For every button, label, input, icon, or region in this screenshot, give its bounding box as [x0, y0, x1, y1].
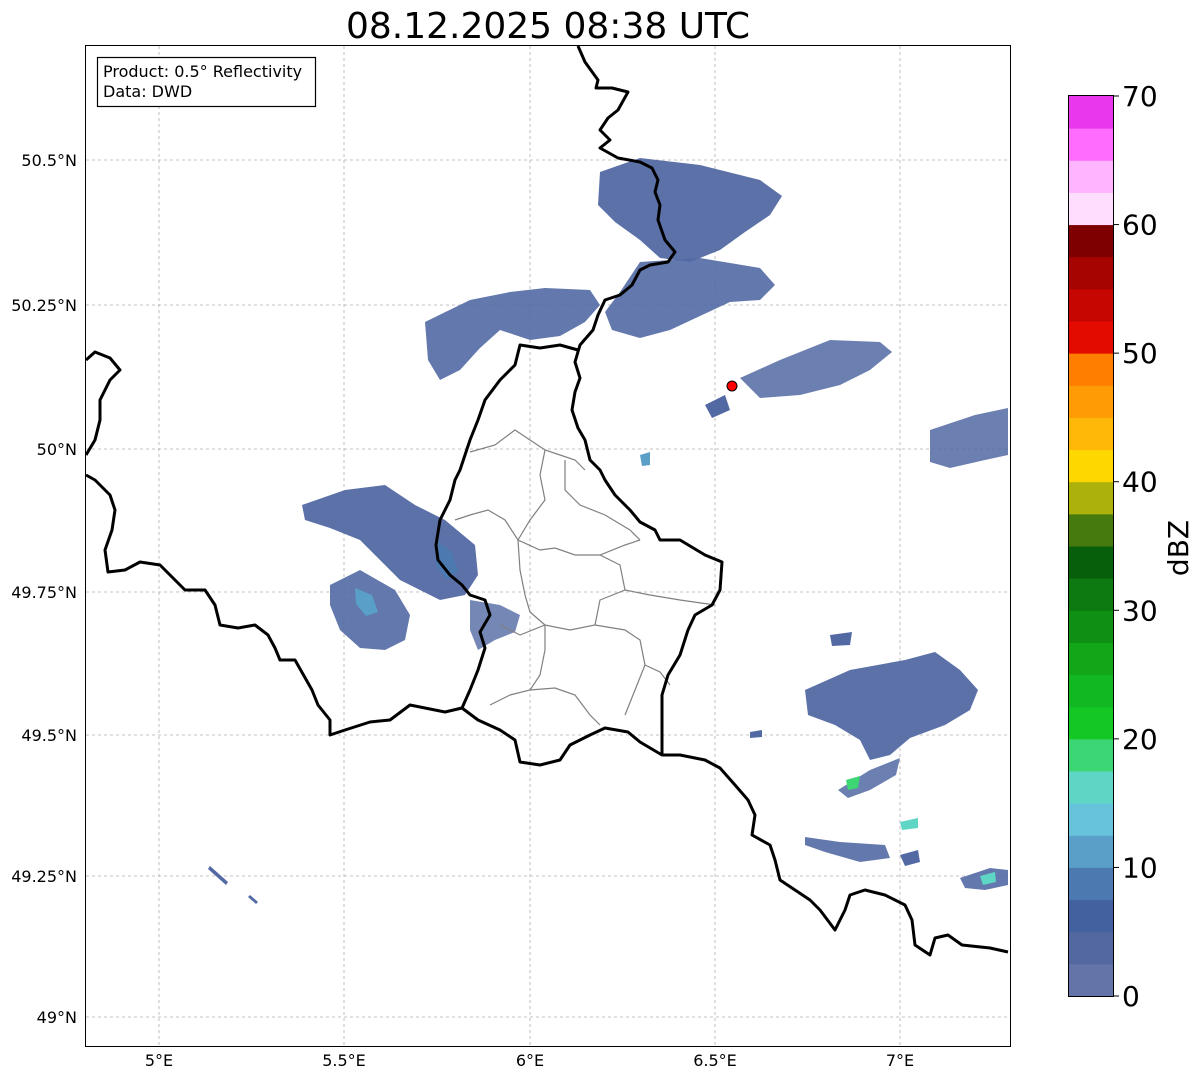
colorbar-segment	[1069, 899, 1113, 933]
colorbar-segment	[1069, 835, 1113, 868]
colorbar-segment	[1069, 481, 1113, 515]
colorbar-segment	[1069, 256, 1113, 290]
lon-tick-label: 5°E	[145, 1051, 173, 1070]
colorbar-tick-label: 20	[1122, 723, 1158, 756]
colorbar-segment	[1069, 224, 1113, 258]
radar-map-figure: 08.12.2025 08:38 UTC Product: 0.5° Refle…	[11, 6, 1195, 1070]
info-data-source-text: Data: DWD	[103, 82, 192, 101]
colorbar-segment	[1069, 706, 1113, 740]
lon-tick-label: 6°E	[516, 1051, 544, 1070]
colorbar-segment	[1069, 963, 1113, 997]
info-box: Product: 0.5° Reflectivity Data: DWD	[96, 56, 317, 108]
colorbar-segment	[1069, 771, 1113, 804]
map-title: 08.12.2025 08:38 UTC	[346, 6, 750, 47]
colorbar-segment	[1069, 192, 1113, 226]
colorbar-segment	[1069, 160, 1113, 193]
colorbar-segment	[1069, 931, 1113, 965]
colorbar-segment	[1069, 288, 1113, 322]
colorbar	[1069, 96, 1113, 997]
lat-tick-label: 49.5°N	[21, 726, 77, 745]
colorbar-ticks: 0 10 20 30 40 50 60 70	[1113, 80, 1158, 1013]
colorbar-segment	[1069, 546, 1113, 579]
lat-tick-label: 50.25°N	[11, 296, 77, 315]
radar-site-marker	[726, 380, 738, 392]
colorbar-tick-label: 10	[1122, 851, 1158, 884]
colorbar-tick-label: 50	[1122, 337, 1158, 370]
colorbar-tick-label: 30	[1122, 594, 1158, 627]
colorbar-segment	[1069, 738, 1113, 772]
colorbar-segment	[1069, 674, 1113, 708]
map-frame	[85, 45, 1011, 1047]
colorbar-segment	[1069, 385, 1113, 418]
lat-tick-label: 49.25°N	[11, 867, 77, 886]
colorbar-segment	[1069, 513, 1113, 547]
colorbar-tick-label: 40	[1122, 466, 1158, 499]
colorbar-unit-label: dBZ	[1162, 520, 1195, 576]
lon-tick-labels: 5°E 5.5°E 6°E 6.5°E 7°E	[145, 1051, 914, 1070]
colorbar-segment	[1069, 642, 1113, 676]
colorbar-segment	[1069, 867, 1113, 901]
colorbar-segment	[1069, 449, 1113, 483]
info-product-text: Product: 0.5° Reflectivity	[103, 62, 302, 81]
lat-tick-label: 50.5°N	[21, 151, 77, 170]
colorbar-tick-label: 0	[1122, 980, 1140, 1013]
colorbar-segment	[1069, 803, 1113, 836]
colorbar-segment	[1069, 610, 1113, 643]
colorbar-segment	[1069, 417, 1113, 451]
colorbar-segment	[1069, 578, 1113, 611]
lon-tick-label: 6.5°E	[693, 1051, 737, 1070]
lon-tick-label: 5.5°E	[322, 1051, 366, 1070]
colorbar-segment	[1069, 128, 1113, 161]
colorbar-segment	[1069, 353, 1113, 386]
colorbar-tick-label: 60	[1122, 209, 1158, 242]
lat-tick-labels: 50.5°N 50.25°N 50°N 49.75°N 49.5°N 49.25…	[11, 151, 77, 1027]
lon-tick-label: 7°E	[886, 1051, 914, 1070]
lat-tick-label: 49.75°N	[11, 583, 77, 602]
colorbar-segment	[1069, 96, 1113, 129]
colorbar-tick-label: 70	[1122, 80, 1158, 113]
lat-tick-label: 50°N	[37, 440, 77, 459]
colorbar-segment	[1069, 321, 1113, 354]
lat-tick-label: 49°N	[37, 1008, 77, 1027]
